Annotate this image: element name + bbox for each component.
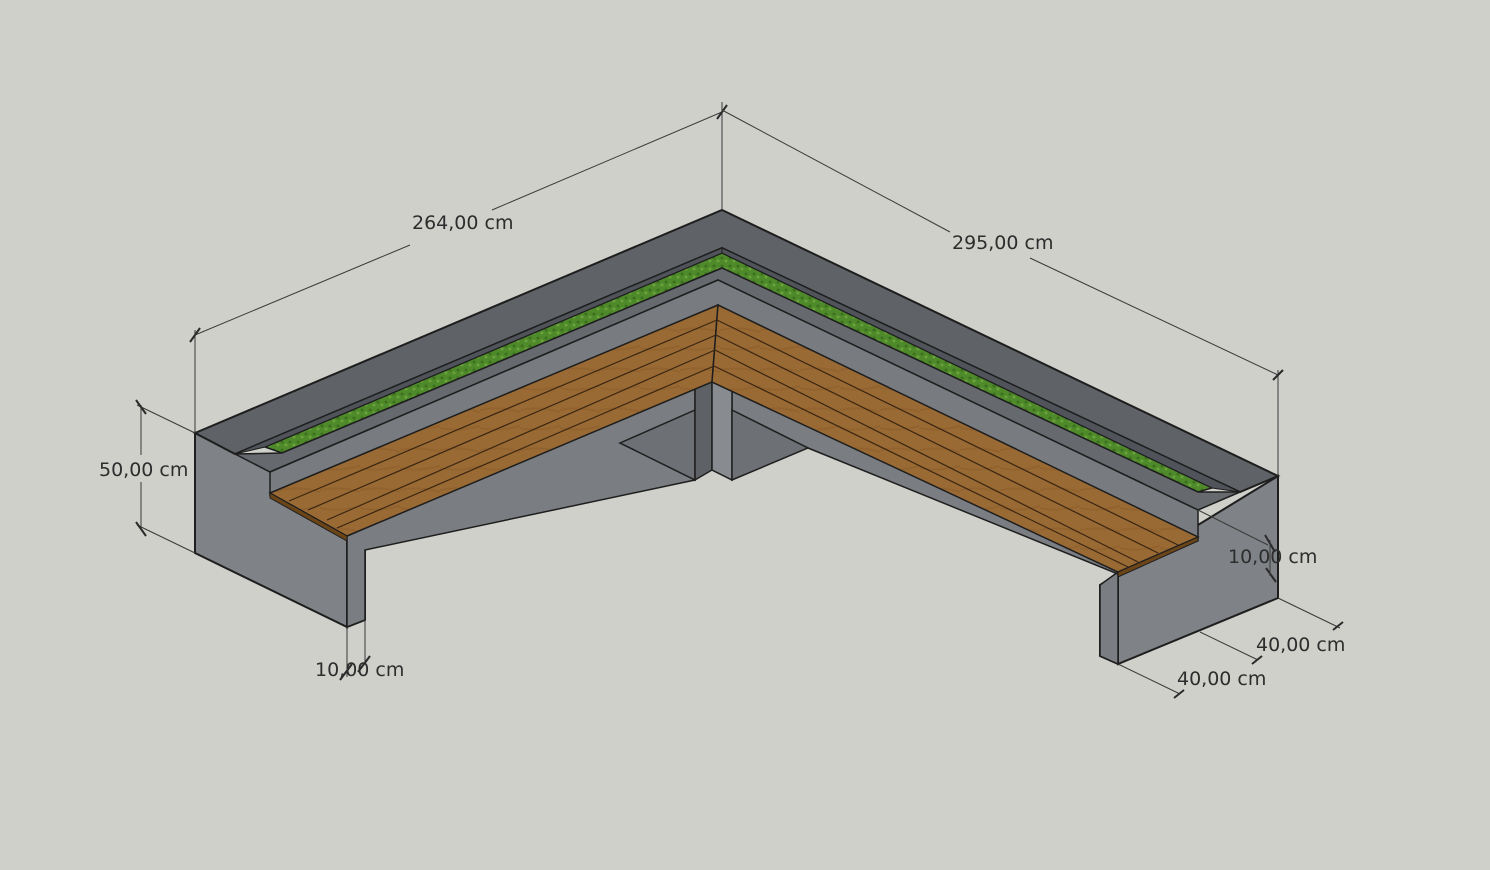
label-wall-thickness-right: 10,00 cm: [1228, 546, 1317, 568]
label-height: 50,00 cm: [99, 459, 188, 481]
label-length-right: 295,00 cm: [952, 232, 1053, 254]
seat-corner-support-center: [694, 378, 713, 482]
label-depth-outer: 40,00 cm: [1256, 634, 1345, 656]
seat-corner-support-right: [711, 378, 733, 482]
label-length-left: 264,00 cm: [412, 212, 513, 234]
bench-drawing: 264,00 cm 295,00 cm 50,00 cm 10,00 cm 10…: [99, 102, 1345, 699]
label-wall-thickness-left: 10,00 cm: [315, 659, 404, 681]
label-depth-inner: 40,00 cm: [1177, 668, 1266, 690]
bench-body: [192, 208, 1281, 666]
